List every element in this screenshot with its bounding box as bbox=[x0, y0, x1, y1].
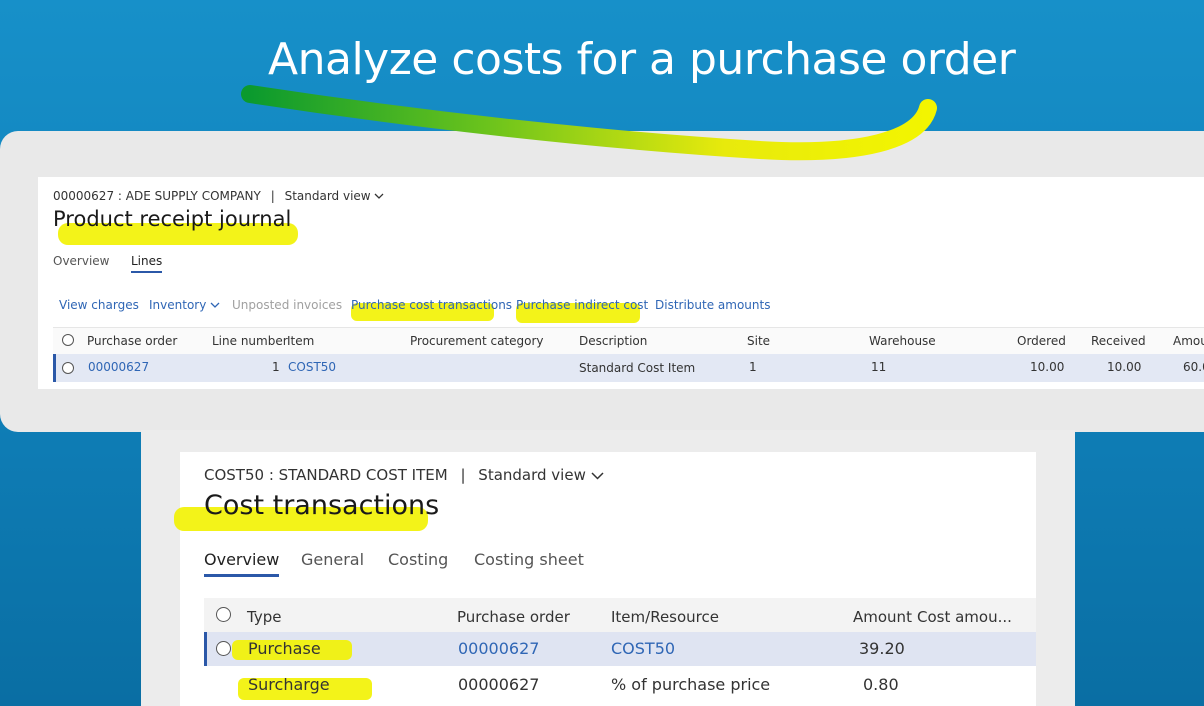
distribute-amounts-button[interactable]: Distribute amounts bbox=[655, 298, 770, 312]
row-cost-amount-value: 0.80 bbox=[863, 675, 899, 694]
cost-select-all-radio[interactable] bbox=[216, 607, 231, 622]
col-line-number[interactable]: Line number bbox=[212, 334, 288, 348]
chevron-down-icon bbox=[210, 298, 220, 312]
select-all-radio[interactable] bbox=[62, 334, 74, 346]
col-item-resource[interactable]: Item/Resource bbox=[611, 608, 719, 626]
cost-breadcrumb-separator: | bbox=[460, 466, 466, 484]
col-purchase-order[interactable]: Purchase order bbox=[87, 334, 177, 348]
product-receipt-journal-card: 00000627 : ADE SUPPLY COMPANY | Standard… bbox=[38, 177, 1204, 389]
tab-overview[interactable]: Overview bbox=[53, 254, 110, 268]
col-cost-amount[interactable]: Cost amou... bbox=[917, 608, 1012, 626]
chevron-down-icon bbox=[591, 466, 604, 484]
row-site: 1 bbox=[749, 360, 757, 374]
cost-view-label: Standard view bbox=[478, 466, 586, 484]
view-charges-button[interactable]: View charges bbox=[59, 298, 139, 312]
cost-row-select-radio[interactable] bbox=[216, 641, 231, 656]
row-cost-purchase-order-link[interactable]: 00000627 bbox=[458, 639, 539, 658]
tab-cost-costing[interactable]: Costing bbox=[388, 550, 448, 569]
receipt-view-label: Standard view bbox=[284, 189, 371, 203]
headline: Analyze costs for a purchase order bbox=[268, 34, 1016, 85]
tab-lines[interactable]: Lines bbox=[131, 254, 163, 273]
chevron-down-icon bbox=[374, 189, 384, 203]
receipt-breadcrumb: 00000627 : ADE SUPPLY COMPANY | Standard… bbox=[53, 189, 384, 203]
inventory-menu-button[interactable]: Inventory bbox=[149, 298, 220, 312]
col-cost-amount-total[interactable]: Amount bbox=[853, 608, 912, 626]
col-amount[interactable]: Amou bbox=[1173, 334, 1204, 348]
row-purchase-order-link[interactable]: 00000627 bbox=[88, 360, 149, 374]
row-item-resource: % of purchase price bbox=[611, 675, 771, 694]
cost-breadcrumb-text: COST50 : STANDARD COST ITEM bbox=[204, 466, 448, 484]
row-cost-amount-value: 39.20 bbox=[859, 639, 905, 658]
col-warehouse[interactable]: Warehouse bbox=[869, 334, 936, 348]
tab-cost-overview[interactable]: Overview bbox=[204, 550, 280, 577]
row-item-resource-link[interactable]: COST50 bbox=[611, 639, 675, 658]
row-type: Surcharge bbox=[248, 675, 330, 694]
row-cost-purchase-order: 00000627 bbox=[458, 675, 540, 694]
row-line-number: 1 bbox=[272, 360, 280, 374]
cost-view-selector[interactable]: Standard view bbox=[478, 466, 604, 484]
inventory-label: Inventory bbox=[149, 298, 207, 312]
row-amount: 60.0 bbox=[1183, 360, 1204, 374]
col-item[interactable]: Item bbox=[287, 334, 314, 348]
receipt-breadcrumb-separator: | bbox=[270, 189, 275, 203]
row-ordered: 10.00 bbox=[1030, 360, 1065, 374]
row-description: Standard Cost Item bbox=[579, 361, 696, 375]
tab-cost-costing-sheet[interactable]: Costing sheet bbox=[474, 550, 584, 569]
cost-transactions-card: COST50 : STANDARD COST ITEM | Standard v… bbox=[174, 452, 1036, 706]
page-title: Product receipt journal bbox=[53, 207, 292, 231]
col-site[interactable]: Site bbox=[747, 334, 770, 348]
col-ordered[interactable]: Ordered bbox=[1017, 334, 1066, 348]
row-warehouse: 11 bbox=[871, 360, 887, 374]
receipt-breadcrumb-text: 00000627 : ADE SUPPLY COMPANY bbox=[53, 189, 261, 203]
col-procurement-category[interactable]: Procurement category bbox=[410, 334, 544, 348]
row-select-radio[interactable] bbox=[62, 362, 74, 374]
cost-page-title: Cost transactions bbox=[204, 490, 440, 521]
purchase-cost-transactions-button[interactable]: Purchase cost transactions bbox=[351, 298, 512, 312]
cost-breadcrumb: COST50 : STANDARD COST ITEM | Standard v… bbox=[204, 466, 604, 484]
row-item-link[interactable]: COST50 bbox=[288, 360, 336, 374]
unposted-invoices-button: Unposted invoices bbox=[232, 298, 343, 312]
col-cost-purchase-order[interactable]: Purchase order bbox=[457, 608, 570, 626]
row-received: 10.00 bbox=[1107, 360, 1142, 374]
purchase-indirect-cost-button[interactable]: Purchase indirect cost bbox=[516, 298, 648, 312]
col-received[interactable]: Received bbox=[1091, 334, 1146, 348]
receipt-view-selector[interactable]: Standard view bbox=[285, 189, 385, 203]
tab-cost-general[interactable]: General bbox=[301, 550, 364, 569]
row-type: Purchase bbox=[248, 639, 321, 658]
col-type[interactable]: Type bbox=[247, 608, 281, 626]
col-description[interactable]: Description bbox=[579, 334, 647, 348]
